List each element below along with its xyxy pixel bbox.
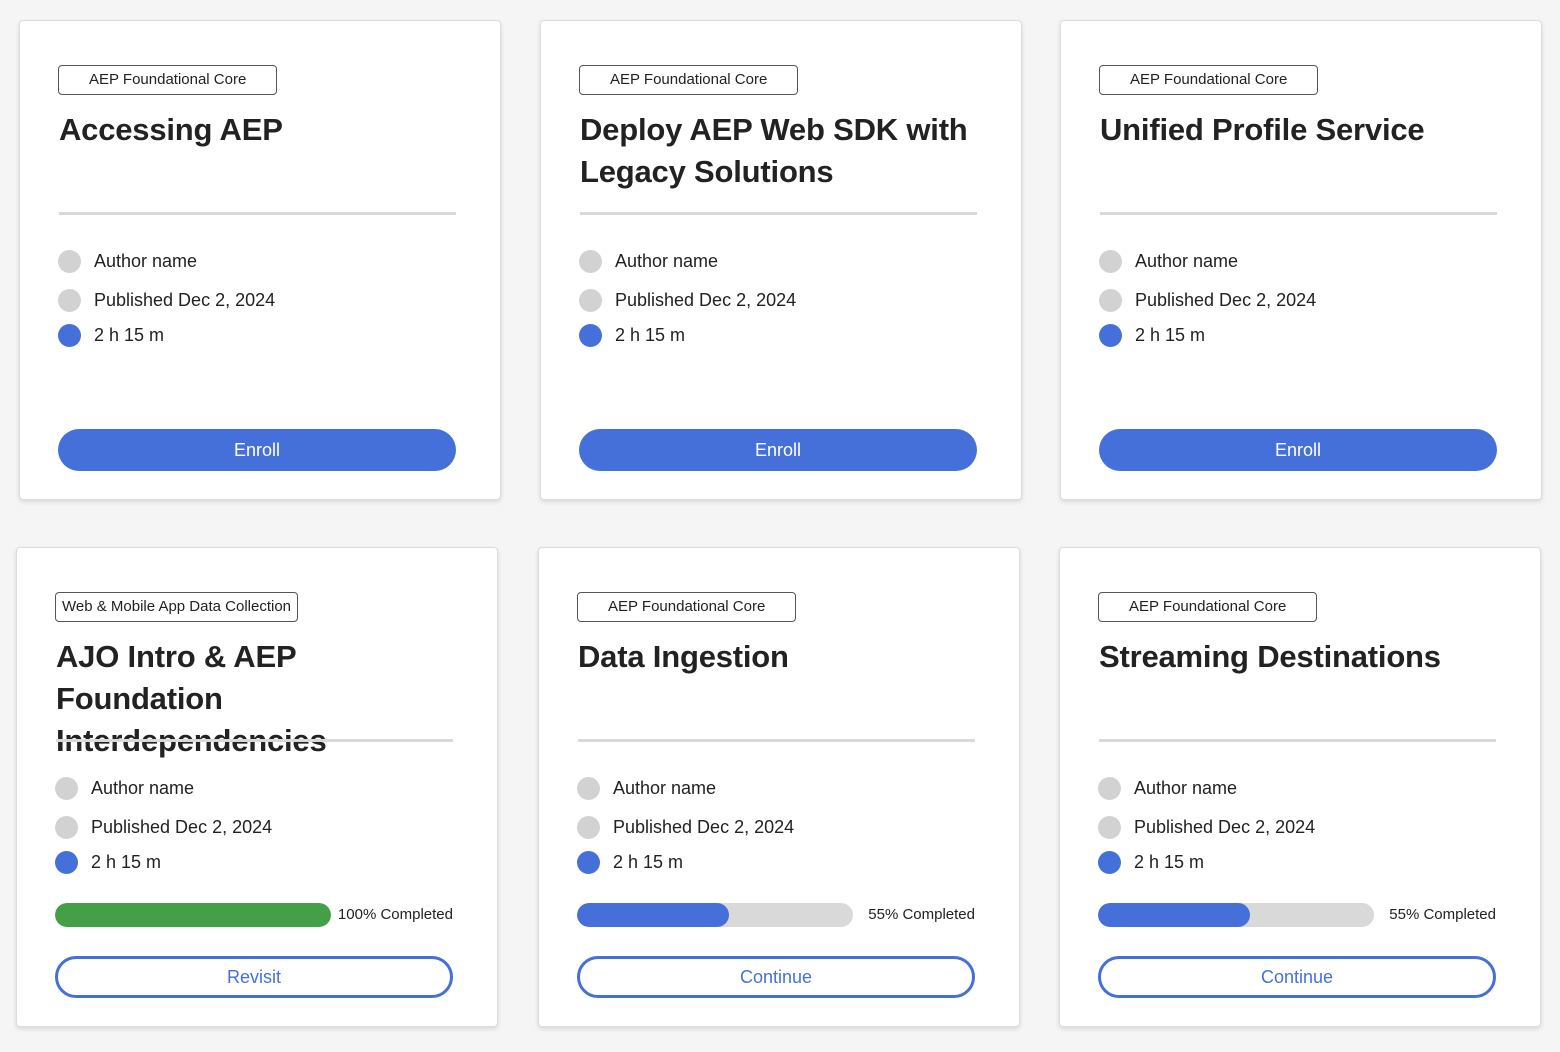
clock-icon (577, 850, 600, 874)
duration: 2 h 15 m (1134, 851, 1205, 872)
progress-track (577, 903, 853, 927)
course-card: AEP Foundational Core Deploy AEP Web SDK… (540, 20, 1022, 500)
category-tag: AEP Foundational Core (1099, 65, 1319, 95)
course-card: AEP Foundational Core Unified Profile Se… (1060, 20, 1542, 500)
divider (1100, 212, 1497, 215)
published-date: Published Dec 2, 2024 (615, 289, 797, 310)
author-name: Author name (1134, 777, 1238, 798)
course-title: Unified Profile Service (1100, 112, 1425, 147)
published-date: Published Dec 2, 2024 (94, 289, 276, 310)
published-row: Published Dec 2, 2024 (58, 287, 275, 313)
course-title: Data Ingestion (578, 639, 789, 674)
calendar-icon (579, 288, 602, 312)
duration-row: 2 h 15 m (577, 849, 683, 875)
author-avatar-icon (58, 249, 81, 273)
course-title: Accessing AEP (59, 112, 283, 147)
author-row: Author name (1098, 775, 1237, 801)
duration-row: 2 h 15 m (58, 322, 164, 348)
category-tag: Web & Mobile App Data Collection (55, 592, 299, 622)
author-name: Author name (91, 777, 195, 798)
progress-label: 100% Completed (337, 906, 453, 923)
author-row: Author name (579, 248, 718, 274)
divider (578, 739, 975, 742)
progress-bar: 55% Completed (1098, 903, 1496, 927)
course-card: AEP Foundational Core Data Ingestion Aut… (538, 547, 1020, 1027)
published-row: Published Dec 2, 2024 (55, 814, 272, 840)
published-date: Published Dec 2, 2024 (91, 816, 273, 837)
author-avatar-icon (1098, 776, 1121, 800)
course-card: Web & Mobile App Data Collection AJO Int… (16, 547, 498, 1027)
revisit-button[interactable]: Revisit (55, 956, 453, 998)
author-avatar-icon (579, 249, 602, 273)
clock-icon (55, 850, 78, 874)
duration: 2 h 15 m (91, 851, 162, 872)
progress-label: 55% Completed (1389, 906, 1496, 923)
duration-row: 2 h 15 m (1098, 849, 1204, 875)
course-title: Streaming Destinations (1099, 639, 1441, 674)
author-row: Author name (577, 775, 716, 801)
divider (59, 212, 456, 215)
progress-label: 55% Completed (868, 906, 975, 923)
calendar-icon (577, 815, 600, 839)
author-name: Author name (613, 777, 717, 798)
published-row: Published Dec 2, 2024 (1098, 814, 1315, 840)
divider (56, 739, 453, 742)
author-row: Author name (1099, 248, 1238, 274)
clock-icon (1099, 323, 1122, 347)
duration-row: 2 h 15 m (55, 849, 161, 875)
duration-row: 2 h 15 m (579, 322, 685, 348)
duration: 2 h 15 m (94, 324, 165, 345)
course-title: AJO Intro & AEP Foundation Interdependen… (56, 639, 327, 758)
category-tag: AEP Foundational Core (58, 65, 278, 95)
enroll-button[interactable]: Enroll (1099, 429, 1497, 471)
progress-bar: 55% Completed (577, 903, 975, 927)
clock-icon (58, 323, 81, 347)
category-tag: AEP Foundational Core (1098, 592, 1318, 622)
enroll-button[interactable]: Enroll (58, 429, 456, 471)
author-row: Author name (58, 248, 197, 274)
calendar-icon (1098, 815, 1121, 839)
published-date: Published Dec 2, 2024 (1134, 816, 1316, 837)
published-date: Published Dec 2, 2024 (1135, 289, 1317, 310)
calendar-icon (55, 815, 78, 839)
author-avatar-icon (577, 776, 600, 800)
published-date: Published Dec 2, 2024 (613, 816, 795, 837)
published-row: Published Dec 2, 2024 (1099, 287, 1316, 313)
published-row: Published Dec 2, 2024 (579, 287, 796, 313)
category-tag: AEP Foundational Core (579, 65, 799, 95)
duration: 2 h 15 m (615, 324, 686, 345)
duration-row: 2 h 15 m (1099, 322, 1205, 348)
author-avatar-icon (55, 776, 78, 800)
course-card: AEP Foundational Core Accessing AEP Auth… (19, 20, 501, 500)
calendar-icon (1099, 288, 1122, 312)
author-name: Author name (1135, 250, 1239, 271)
published-row: Published Dec 2, 2024 (577, 814, 794, 840)
duration: 2 h 15 m (1135, 324, 1206, 345)
clock-icon (1098, 850, 1121, 874)
author-name: Author name (94, 250, 198, 271)
progress-bar: 100% Completed (55, 903, 453, 927)
progress-fill (577, 903, 729, 927)
progress-track (1098, 903, 1374, 927)
duration: 2 h 15 m (613, 851, 684, 872)
category-tag: AEP Foundational Core (577, 592, 797, 622)
progress-track (55, 903, 331, 927)
continue-button[interactable]: Continue (1098, 956, 1496, 998)
clock-icon (579, 323, 602, 347)
progress-fill (55, 903, 331, 927)
enroll-button[interactable]: Enroll (579, 429, 977, 471)
continue-button[interactable]: Continue (577, 956, 975, 998)
calendar-icon (58, 288, 81, 312)
course-title: Deploy AEP Web SDK with Legacy Solutions (580, 112, 968, 189)
progress-fill (1098, 903, 1250, 927)
author-avatar-icon (1099, 249, 1122, 273)
author-name: Author name (615, 250, 719, 271)
divider (580, 212, 977, 215)
divider (1099, 739, 1496, 742)
author-row: Author name (55, 775, 194, 801)
course-card: AEP Foundational Core Streaming Destinat… (1059, 547, 1541, 1027)
